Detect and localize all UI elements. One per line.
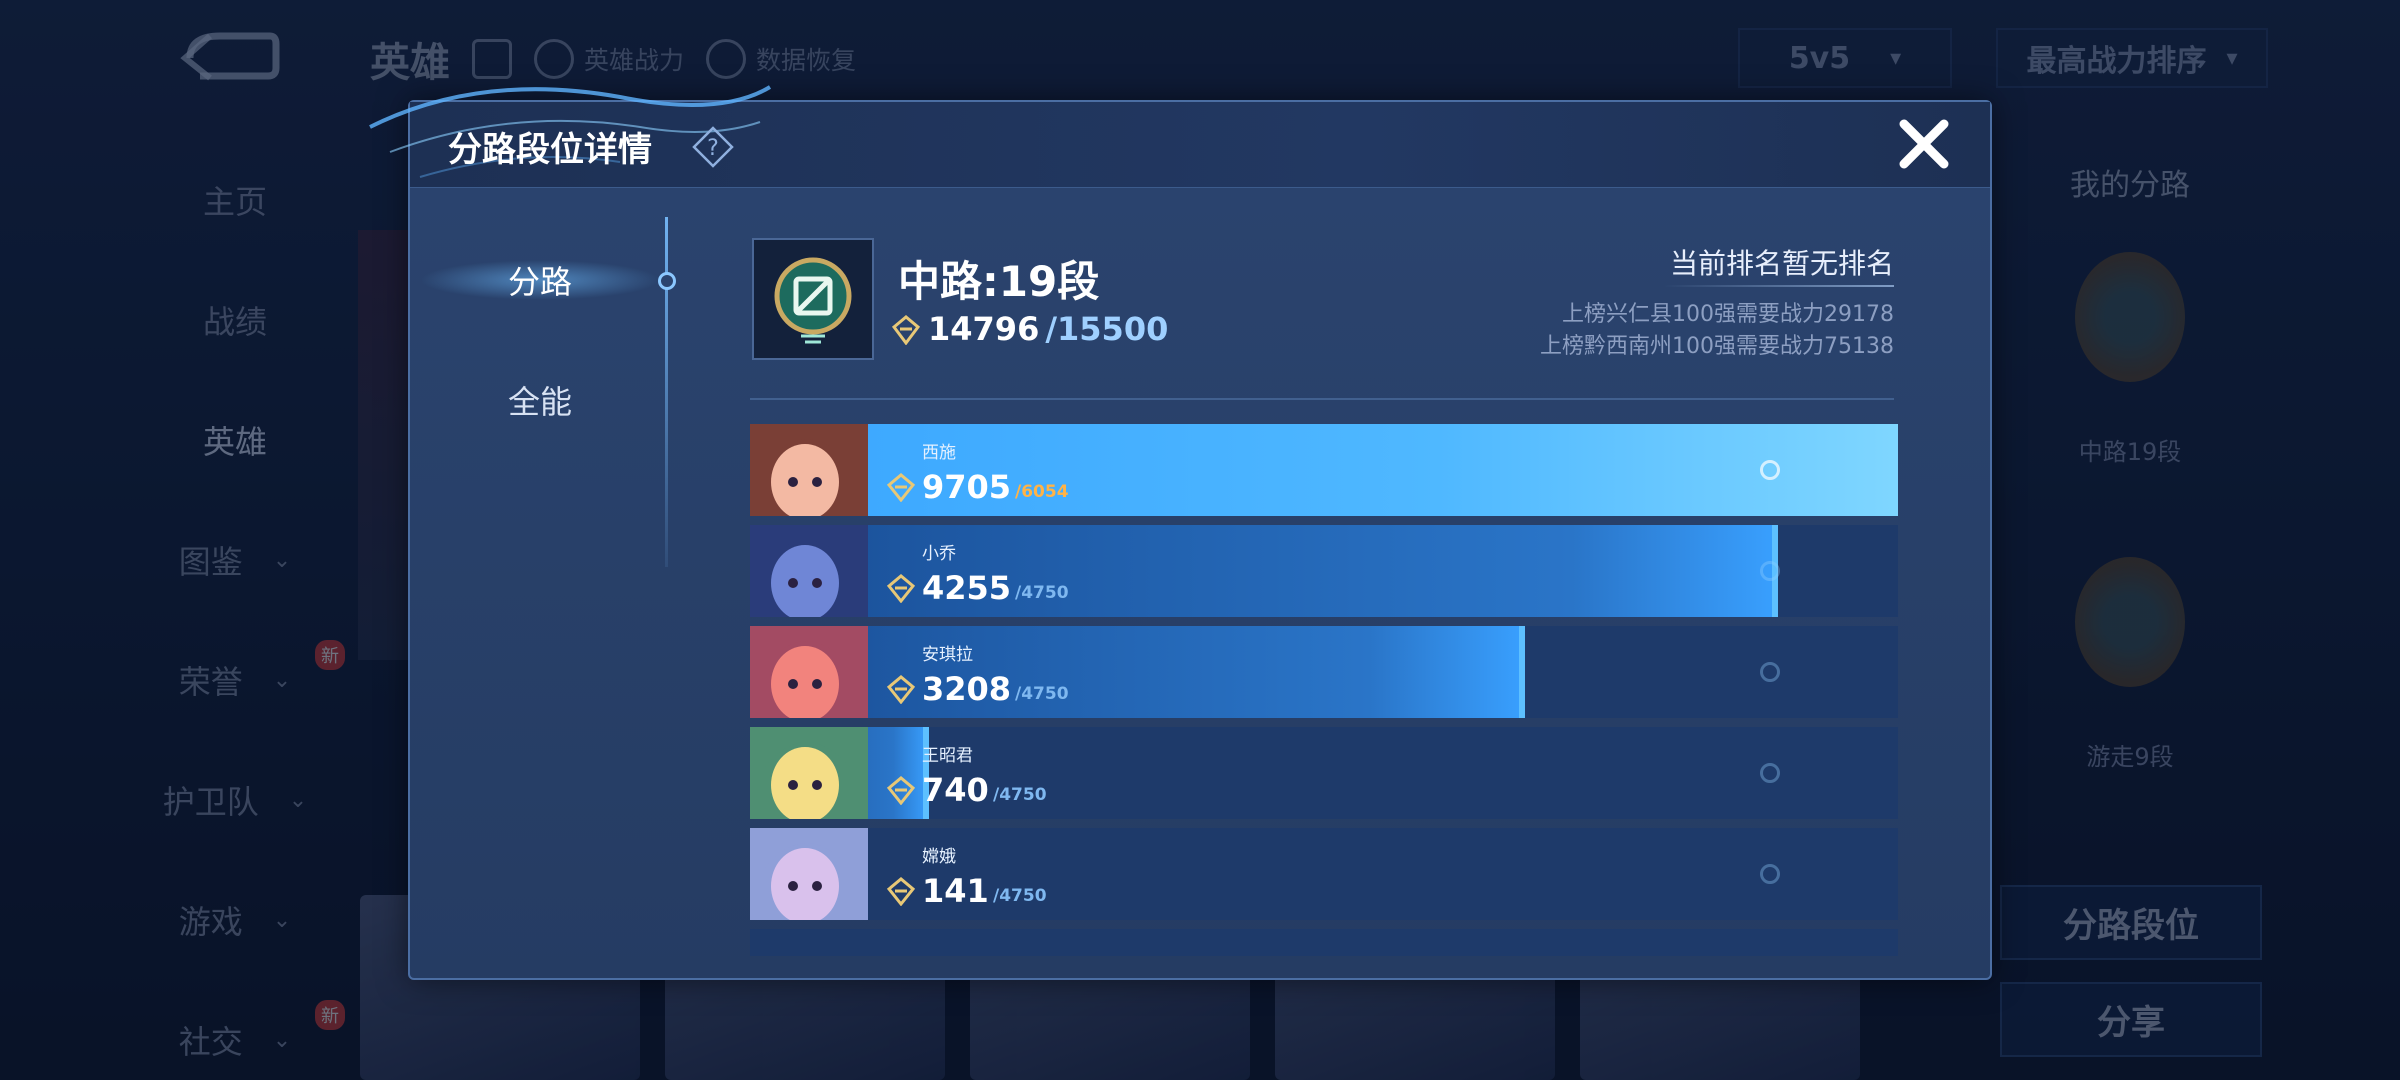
hero-row[interactable]	[750, 929, 1898, 956]
dialog-tabs: 分路 全能	[410, 220, 670, 570]
mid-lane-emblem-icon	[774, 257, 852, 344]
hero-avatar	[750, 424, 868, 516]
hero-avatar	[750, 525, 868, 617]
rank-status: 当前排名暂无排名	[1669, 247, 1894, 280]
lane-rank-detail-dialog: 分路段位详情 ? 分路 全能 中路:19段 14796/15500 当前排名暂无…	[369, 85, 1992, 980]
hero-power: 3208	[922, 670, 1012, 708]
hero-name: 王昭君	[922, 746, 973, 766]
hero-avatar	[750, 727, 868, 819]
hero-power: 740	[922, 771, 989, 809]
hero-row[interactable]: 王昭君 740/4750	[750, 727, 1898, 819]
hero-name: 安琪拉	[922, 645, 973, 665]
power-icon	[886, 473, 916, 502]
power-current: 14796	[928, 310, 1040, 348]
mid-lane-rank-icon	[752, 238, 874, 360]
decorative-ring	[1760, 561, 1780, 581]
hero-name: 嫦娥	[922, 847, 956, 867]
hero-row[interactable]: 嫦娥 141/4750	[750, 828, 1898, 920]
hero-avatar	[750, 626, 868, 718]
tab-all-round-label: 全能	[507, 383, 572, 421]
hero-power: 9705	[922, 468, 1012, 506]
dialog-title: 分路段位详情	[448, 130, 652, 170]
hero-row[interactable]: 西施 9705/6054	[750, 424, 1898, 516]
county-requirement: 上榜兴仁县100强需要战力29178	[1562, 302, 1894, 327]
power-icon	[891, 315, 921, 345]
hero-row[interactable]: 小乔 4255/4750	[750, 525, 1898, 617]
power-icon	[886, 877, 916, 906]
active-tab-indicator	[658, 272, 676, 290]
help-icon[interactable]: ?	[692, 126, 734, 168]
hero-power-max: /4750	[1015, 583, 1069, 603]
tab-all-round[interactable]: 全能	[410, 340, 670, 460]
hero-name: 小乔	[922, 544, 956, 564]
hero-row[interactable]: 安琪拉 3208/4750	[750, 626, 1898, 718]
status-underline	[1664, 285, 1894, 287]
hero-name: 西施	[922, 443, 956, 463]
hero-power-max: /4750	[1015, 684, 1069, 704]
hero-power-max: /6054	[1015, 482, 1069, 502]
power-icon	[886, 776, 916, 805]
tab-lane-label: 分路	[507, 263, 572, 301]
hero-power-max: /4750	[993, 785, 1047, 805]
hero-power: 141	[922, 872, 989, 910]
power-icon	[886, 574, 916, 603]
power-max: /15500	[1045, 310, 1169, 348]
tab-lane[interactable]: 分路	[410, 220, 670, 340]
header-divider	[750, 398, 1894, 400]
rank-power: 14796/15500	[890, 310, 1168, 348]
decorative-ring	[1760, 460, 1780, 480]
hero-power: 4255	[922, 569, 1012, 607]
power-progress-bar	[750, 525, 1779, 617]
svg-text:?: ?	[707, 136, 719, 161]
power-icon	[886, 675, 916, 704]
decorative-ring	[1760, 662, 1780, 682]
hero-avatar	[750, 828, 868, 920]
decorative-ring	[1760, 763, 1780, 783]
rank-title: 中路:19段	[898, 257, 1100, 306]
decorative-ring	[1760, 864, 1780, 884]
hero-power-max: /4750	[993, 886, 1047, 906]
hero-power-list[interactable]: 西施 9705/6054 小乔 4255/4750 安琪拉 3208/4750 王昭君 740…	[750, 424, 1898, 956]
prefecture-requirement: 上榜黔西南州100强需要战力75138	[1540, 334, 1894, 359]
close-icon[interactable]	[1894, 114, 1954, 174]
tab-divider	[665, 217, 668, 567]
